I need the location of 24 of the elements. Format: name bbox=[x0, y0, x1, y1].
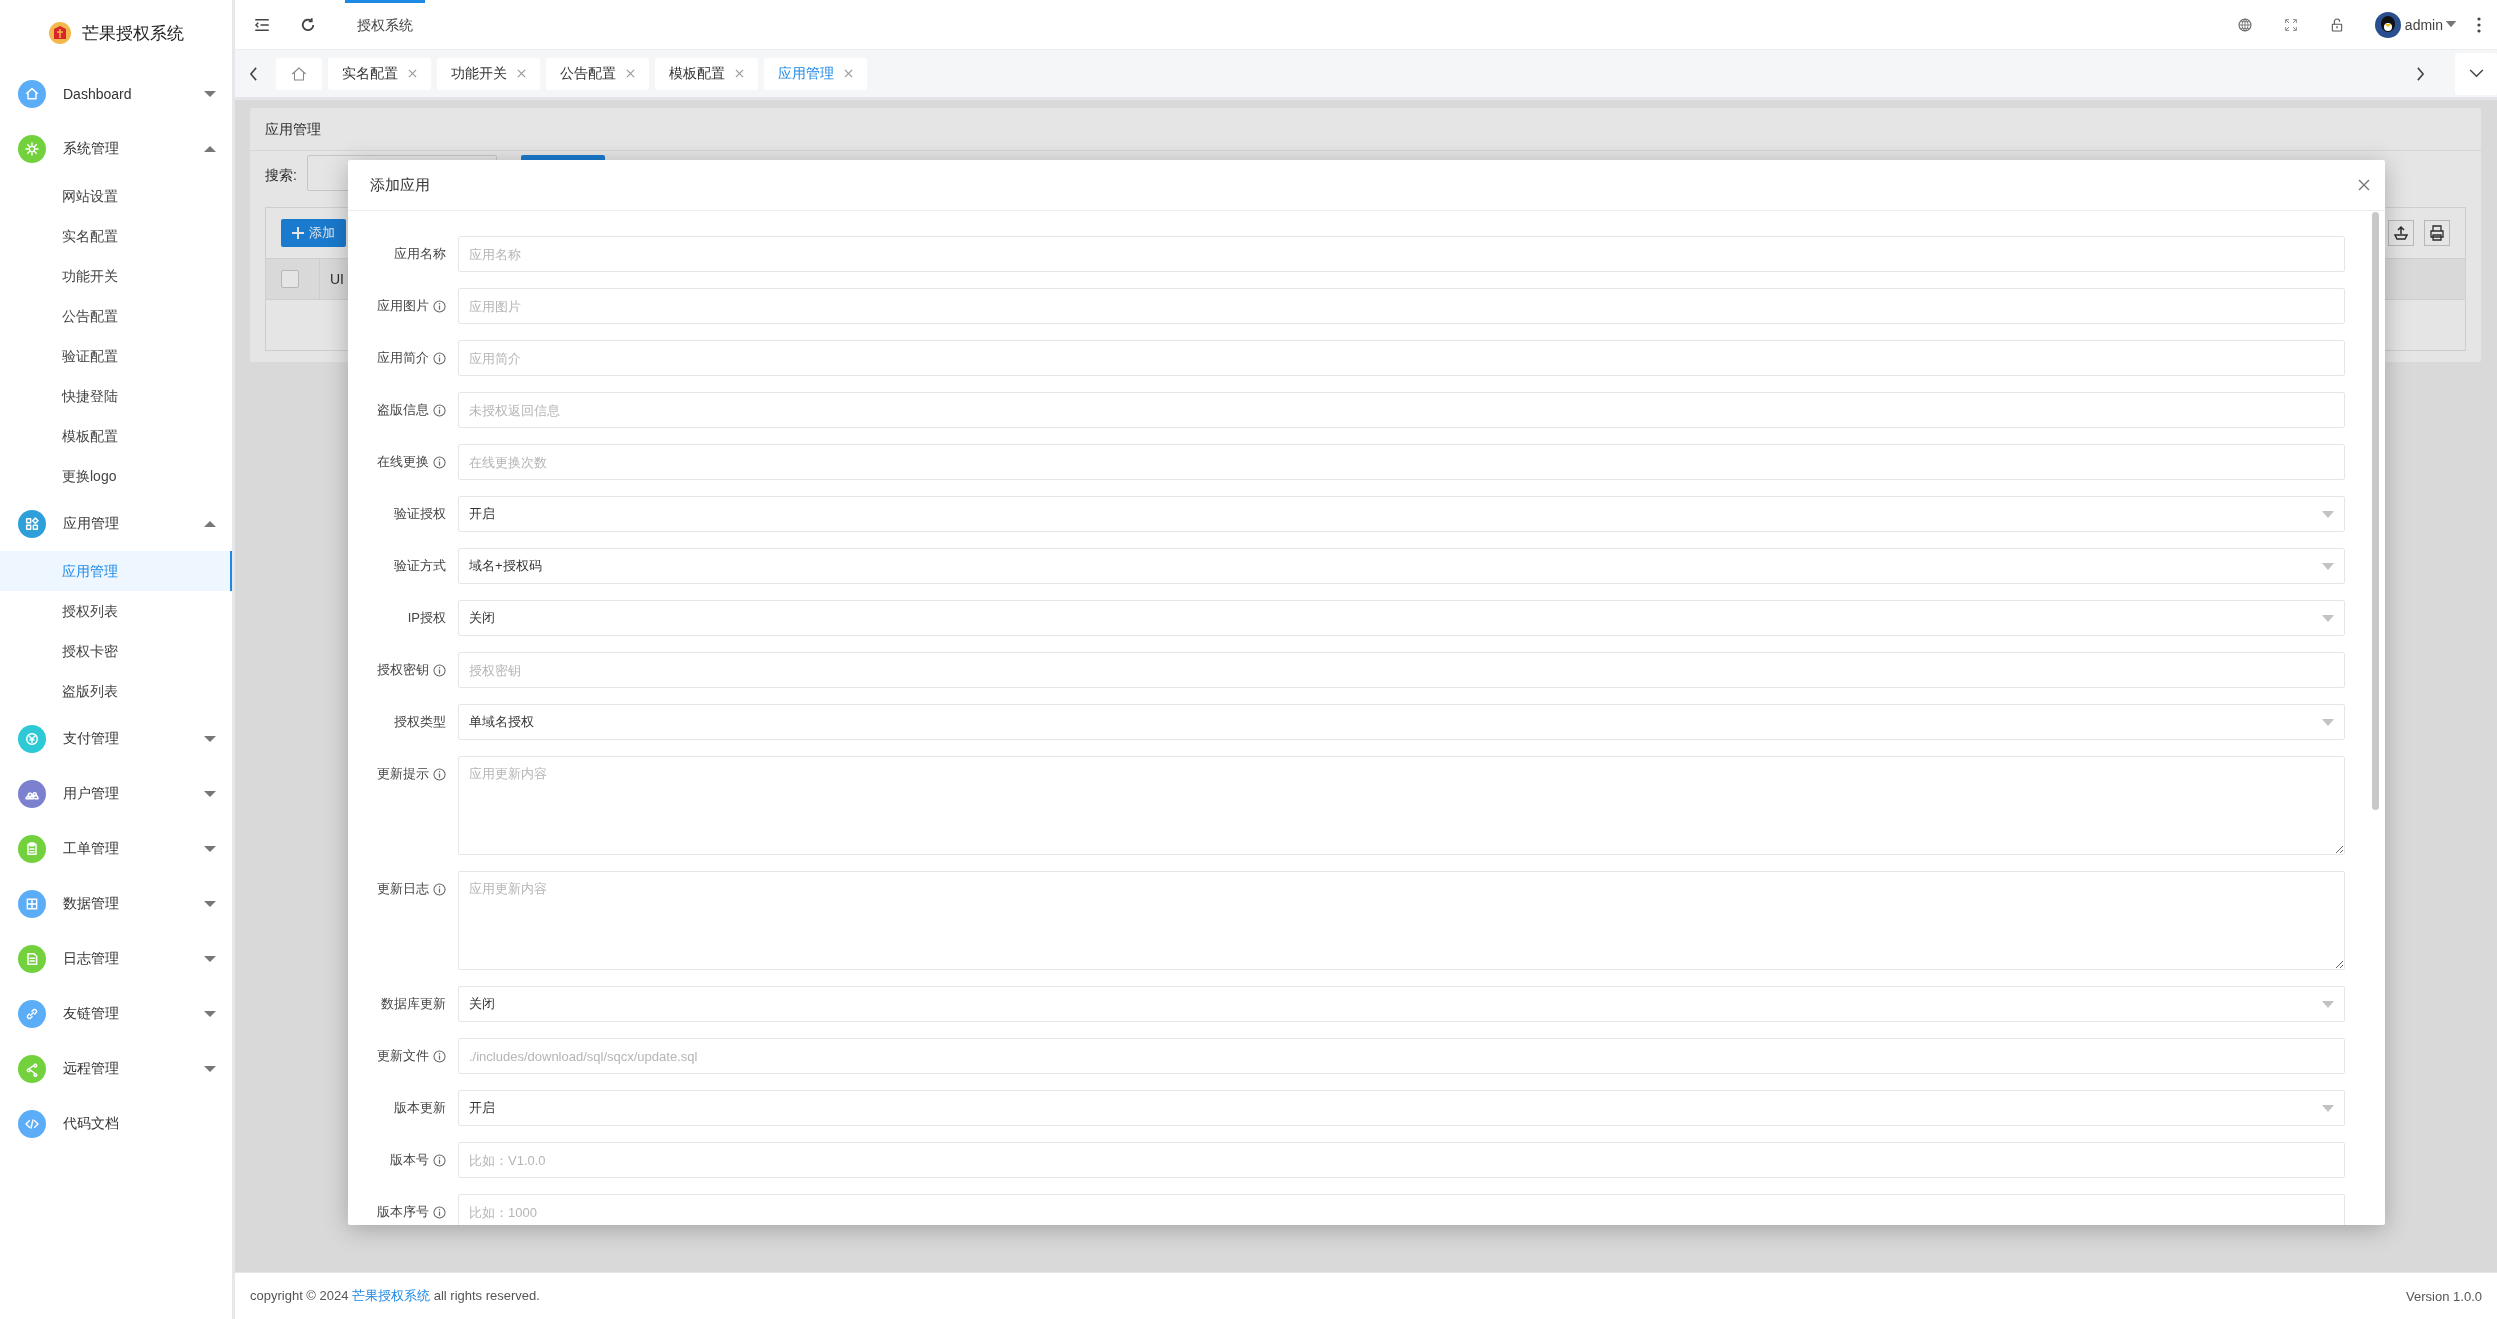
field-label: 盗版信息 bbox=[377, 401, 429, 419]
field-label: 应用简介 bbox=[377, 349, 429, 367]
field-label: 授权类型 bbox=[394, 713, 446, 731]
field-label: 更新日志 bbox=[377, 880, 429, 898]
field-label: 更新提示 bbox=[377, 765, 429, 783]
copyright-text: copyright © 2024 芒果授权系统 all rights reserved. bbox=[250, 1287, 540, 1305]
dialog-title: 添加应用 bbox=[370, 175, 431, 195]
field-label: 应用名称 bbox=[394, 245, 446, 263]
field-label: IP授权 bbox=[407, 609, 446, 627]
field-label: 验证方式 bbox=[394, 557, 446, 575]
field-label: 验证授权 bbox=[394, 505, 446, 523]
app-logo-text: 芒果授权系统 bbox=[82, 22, 184, 45]
search-label: 搜索: bbox=[265, 166, 297, 185]
field-label: 版本序号 bbox=[377, 1203, 429, 1221]
version-text: Version 1.0.0 bbox=[2406, 1288, 2482, 1304]
field-label: 在线更换 bbox=[377, 453, 429, 471]
field-label: 版本号 bbox=[390, 1151, 429, 1169]
field-label: 应用图片 bbox=[377, 297, 429, 315]
field-label: 版本更新 bbox=[394, 1099, 446, 1117]
field-label: 授权密钥 bbox=[377, 661, 429, 679]
column-header: UI bbox=[319, 259, 344, 299]
card-title: 应用管理 bbox=[250, 108, 2481, 151]
field-label: 更新文件 bbox=[377, 1047, 429, 1065]
field-label: 数据库更新 bbox=[381, 995, 446, 1013]
